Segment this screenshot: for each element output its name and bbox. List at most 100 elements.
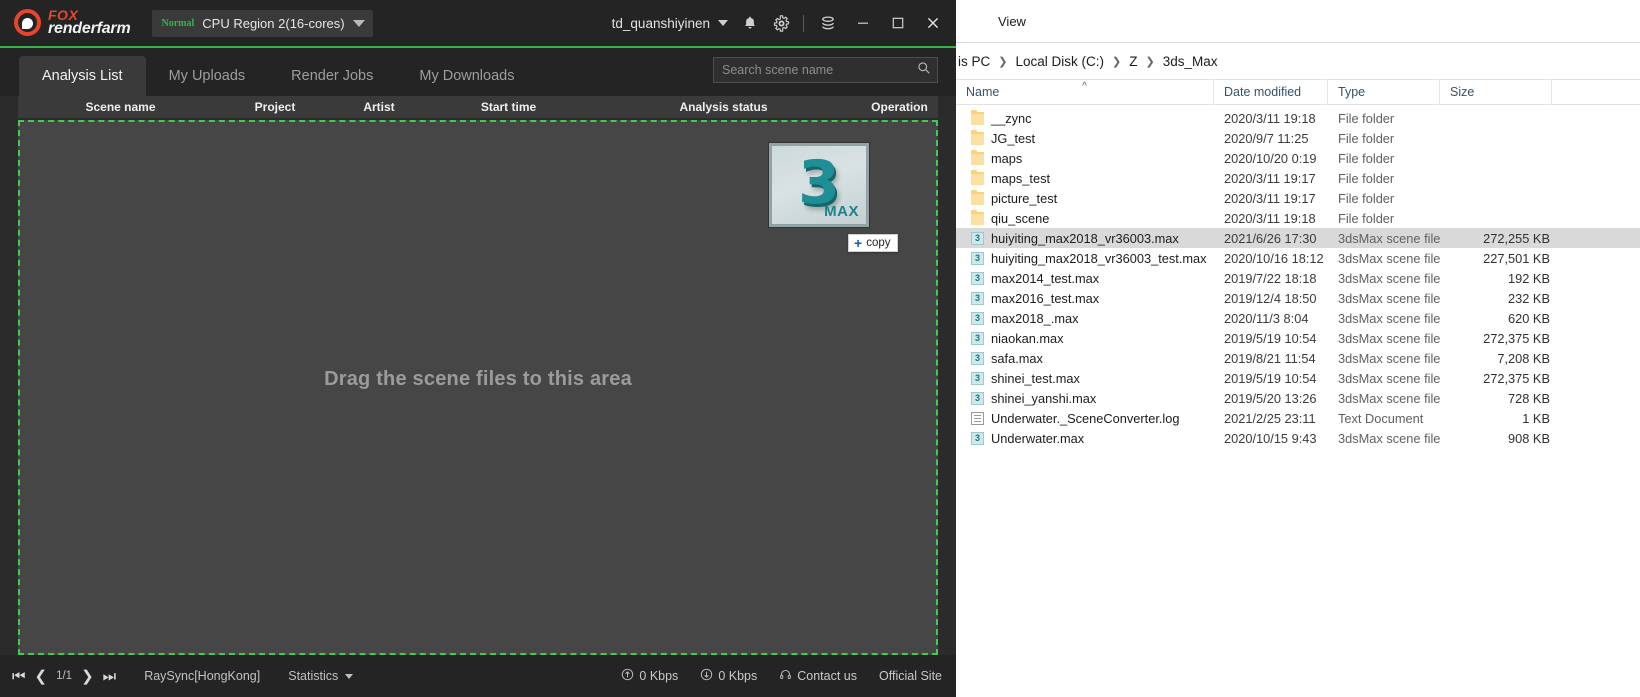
file-date-cell: 2020/11/3 8:04 — [1224, 310, 1309, 326]
search-box[interactable] — [713, 57, 938, 83]
column-header-analysis-status[interactable]: Analysis status — [586, 100, 861, 114]
file-row[interactable]: qiu_scene 2020/3/11 19:18 File folder — [956, 208, 1640, 228]
column-header-type[interactable]: Type — [1328, 79, 1440, 105]
file-row[interactable]: 3 max2016_test.max 2019/12/4 18:50 3dsMax s… — [956, 288, 1640, 308]
3dsmax-file-icon: 3 MAX — [769, 143, 869, 227]
file-type-cell: File folder — [1338, 190, 1395, 206]
windows-explorer-window: View is PC ❯ Local Disk (C:) ❯ Z ❯ 3ds_M… — [956, 0, 1640, 697]
tab-my-uploads[interactable]: My Uploads — [146, 56, 269, 96]
file-name-cell: 3 huiyiting_max2018_vr36003.max — [971, 231, 1224, 246]
bell-icon[interactable] — [741, 14, 759, 32]
breadcrumb-item-this-pc[interactable]: is PC — [956, 54, 992, 69]
prev-page-button[interactable]: ❮ — [35, 669, 48, 684]
minimize-button[interactable] — [852, 12, 874, 34]
username-label[interactable]: td_quanshiyinen — [612, 16, 710, 31]
column-header-date-modified[interactable]: Date modified — [1214, 79, 1328, 105]
layers-icon[interactable] — [817, 12, 839, 34]
file-size-cell: 908 KB — [1508, 430, 1550, 446]
file-row[interactable]: JG_test 2020/9/7 11:25 File folder — [956, 128, 1640, 148]
column-header-artist[interactable]: Artist — [327, 100, 431, 114]
file-row[interactable]: 3 huiyiting_max2018_vr36003.max 2021/6/26 … — [956, 228, 1640, 248]
tab-my-downloads[interactable]: My Downloads — [396, 56, 537, 96]
file-name-text: JG_test — [991, 130, 1036, 146]
explorer-ribbon-tabs: View — [956, 0, 1640, 43]
official-site-link[interactable]: Official Site — [879, 669, 942, 683]
app-logo: FOX renderfarm — [14, 8, 131, 37]
folder-icon — [971, 149, 984, 165]
statistics-dropdown[interactable]: Statistics — [288, 669, 354, 683]
search-input[interactable] — [722, 63, 917, 77]
column-header-operation[interactable]: Operation — [861, 100, 938, 114]
upload-speed-value: 0 Kbps — [639, 669, 679, 683]
file-row[interactable]: 3 safa.max 2019/8/21 11:54 3dsMax scene fil… — [956, 348, 1640, 368]
file-name-text: __zync — [991, 110, 1032, 126]
last-page-button[interactable]: ⏭ — [103, 669, 117, 684]
file-size-cell: 232 KB — [1508, 290, 1550, 306]
file-name-cell: __zync — [971, 109, 1224, 126]
file-name-cell: maps — [971, 149, 1224, 166]
file-name-cell: 3 huiyiting_max2018_vr36003_test.max — [971, 251, 1224, 266]
file-row[interactable]: 3 shinei_yanshi.max 2019/5/20 13:26 3dsMax … — [956, 388, 1640, 408]
file-row[interactable]: 3 Underwater.max 2020/10/15 9:43 3dsMax sce… — [956, 428, 1640, 448]
gear-icon[interactable] — [772, 14, 790, 32]
file-row[interactable]: maps 2020/10/20 0:19 File folder — [956, 148, 1640, 168]
tab-render-jobs[interactable]: Render Jobs — [268, 56, 396, 96]
file-name-text: maps_test — [991, 170, 1051, 186]
file-type-cell: 3dsMax scene file — [1338, 430, 1441, 446]
file-row[interactable]: 3 shinei_test.max 2019/5/19 10:54 3dsMax sc… — [956, 368, 1640, 388]
max-file-icon: 3 — [971, 391, 984, 405]
page-indicator: 1/1 — [56, 670, 73, 682]
file-type-cell: 3dsMax scene file — [1338, 290, 1441, 306]
file-row[interactable]: __zync 2020/3/11 19:18 File folder — [956, 108, 1640, 128]
chevron-down-icon — [345, 673, 354, 679]
file-name-cell: 3 shinei_yanshi.max — [971, 391, 1224, 406]
raysync-label[interactable]: RaySync[HongKong] — [144, 669, 260, 683]
file-row[interactable]: maps_test 2020/3/11 19:17 File folder — [956, 168, 1640, 188]
breadcrumb-item-local-disk[interactable]: Local Disk (C:) — [1013, 54, 1106, 69]
file-row[interactable]: picture_test 2020/3/11 19:17 File folder — [956, 188, 1640, 208]
maximize-button[interactable] — [887, 12, 909, 34]
column-header-start-time[interactable]: Start time — [431, 100, 586, 114]
first-page-button[interactable]: ⏮ — [12, 669, 26, 684]
breadcrumb-item-z[interactable]: Z — [1127, 54, 1139, 69]
file-row[interactable]: 3 niaokan.max 2019/5/19 10:54 3dsMax scene … — [956, 328, 1640, 348]
breadcrumb-item-3ds-max[interactable]: 3ds_Max — [1161, 54, 1220, 69]
file-name-text: Underwater._SceneConverter.log — [991, 410, 1180, 426]
main-tabs: Analysis List My Uploads Render Jobs My … — [0, 48, 956, 96]
file-size-cell: 227,501 KB — [1483, 250, 1550, 266]
file-name-text: shinei_yanshi.max — [991, 390, 1097, 406]
contact-us-link[interactable]: Contact us — [779, 668, 857, 684]
file-date-cell: 2020/10/16 18:12 — [1224, 250, 1324, 266]
column-header-size[interactable]: Size — [1440, 79, 1552, 105]
ribbon-tab-view[interactable]: View — [986, 14, 1038, 29]
column-header-name[interactable]: Name ^ — [956, 79, 1214, 105]
column-header-project[interactable]: Project — [223, 100, 327, 114]
file-row[interactable]: Underwater._SceneConverter.log 2021/2/25 … — [956, 408, 1640, 428]
max-file-icon: 3 — [971, 311, 984, 325]
file-row[interactable]: 3 max2018_.max 2020/11/3 8:04 3dsMax scene … — [956, 308, 1640, 328]
file-type-cell: 3dsMax scene file — [1338, 330, 1441, 346]
file-size-cell: 620 KB — [1508, 310, 1550, 326]
column-header-scene-name[interactable]: Scene name — [18, 100, 223, 114]
tab-analysis-list[interactable]: Analysis List — [19, 56, 146, 96]
file-date-cell: 2020/9/7 11:25 — [1224, 130, 1309, 146]
file-dropzone[interactable]: Drag the scene files to this area 3 MAX … — [18, 120, 938, 655]
folder-icon — [971, 129, 984, 145]
search-icon[interactable] — [917, 61, 931, 80]
file-type-cell: File folder — [1338, 150, 1395, 166]
file-row[interactable]: 3 max2014_test.max 2019/7/22 18:18 3dsMax s… — [956, 268, 1640, 288]
cpu-region-dropdown[interactable]: Normal CPU Region 2(16-cores) — [152, 9, 373, 37]
close-button[interactable] — [922, 12, 944, 34]
next-page-button[interactable]: ❯ — [81, 669, 94, 684]
file-row[interactable]: 3 huiyiting_max2018_vr36003_test.max 2020/… — [956, 248, 1640, 268]
max-file-icon: 3 — [971, 271, 984, 285]
file-date-cell: 2019/7/22 18:18 — [1224, 270, 1317, 286]
user-chevron-down-icon[interactable] — [718, 20, 728, 26]
file-size-cell: 272,255 KB — [1483, 230, 1550, 246]
breadcrumb-separator-icon: ❯ — [1145, 55, 1155, 68]
file-list[interactable]: __zync 2020/3/11 19:18 File folder JG_test 2… — [956, 105, 1640, 697]
explorer-address-bar[interactable]: is PC ❯ Local Disk (C:) ❯ Z ❯ 3ds_Max — [956, 43, 1640, 79]
max-file-icon: 3 — [971, 251, 984, 265]
drag-ghost: 3 MAX + copy — [769, 143, 899, 252]
breadcrumb-separator-icon: ❯ — [1112, 55, 1122, 68]
